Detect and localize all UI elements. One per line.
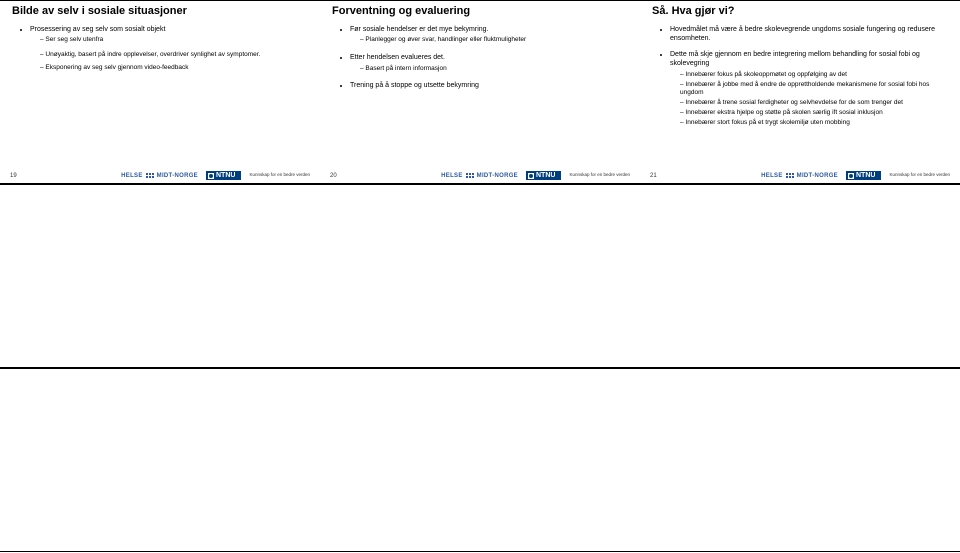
bullet-text: Trening på å stoppe og utsette bekymring <box>350 82 479 89</box>
sub-item: Innebærer å trene sosial ferdigheter og … <box>680 99 950 108</box>
dots-icon <box>146 173 154 178</box>
ntnu-icon <box>848 173 854 179</box>
sub-item: Innebærer fokus på skoleoppmøtet og oppf… <box>680 71 950 80</box>
slide-footer: 20 HELSE MIDT-NORGE NTNU Kunnskap for en… <box>330 171 630 180</box>
empty-slide <box>0 185 320 367</box>
list-item: Hovedmålet må være å bedre skolevegrende… <box>670 25 950 44</box>
bullet-list: Eksponering av seg selv gjennom video-fe… <box>10 64 310 71</box>
sub-item: Innebærer stort fokus på et trygt skolem… <box>680 119 950 128</box>
sub-item: Basert på intern informasjon <box>360 65 630 74</box>
list-item: Trening på å stoppe og utsette bekymring <box>350 81 630 90</box>
bullet-text: Før sosiale hendelser er det mye bekymri… <box>350 26 489 33</box>
bullet-text: Hovedmålet må være å bedre skolevegrende… <box>670 26 935 42</box>
bullet-list: Unøyaktig, basert på indre opplevelser, … <box>10 51 310 58</box>
bullet-text: Dette må skje gjennom en bedre integreri… <box>670 51 920 67</box>
logo-text: HELSE <box>761 173 783 179</box>
page-number: 19 <box>10 173 17 179</box>
slide-title: Så. Hva gjør vi? <box>650 5 950 17</box>
ntnu-icon <box>528 173 534 179</box>
slide-title: Forventning og evaluering <box>330 5 630 17</box>
dots-icon <box>786 173 794 178</box>
empty-slide <box>0 369 320 551</box>
slide-title: Bilde av selv i sosiale situasjoner <box>10 5 310 17</box>
logo-text: HELSE <box>121 173 143 179</box>
helse-logo: HELSE MIDT-NORGE <box>121 173 198 179</box>
sub-item: Unøyaktig, basert på indre opplevelser, … <box>40 51 310 58</box>
logo-text: MIDT-NORGE <box>157 173 198 179</box>
tagline: Kunnskap for en bedre verden <box>569 173 630 178</box>
tagline: Kunnskap for en bedre verden <box>889 173 950 178</box>
sub-item: Innebærer å jobbe med å endre de opprett… <box>680 81 950 99</box>
page-number: 21 <box>650 173 657 179</box>
slide-row-2 <box>0 184 960 368</box>
bullet-text: Prosessering av seg selv som sosialt obj… <box>30 26 165 33</box>
slide-footer: 21 HELSE MIDT-NORGE NTNU Kunnskap for en… <box>650 171 950 180</box>
empty-slide <box>320 369 640 551</box>
helse-logo: HELSE MIDT-NORGE <box>761 173 838 179</box>
tagline: Kunnskap for en bedre verden <box>249 173 310 178</box>
ntnu-logo: NTNU <box>206 171 241 180</box>
logo-text: MIDT-NORGE <box>797 173 838 179</box>
sub-item: Innebærer ekstra hjelpe og støtte på sko… <box>680 109 950 118</box>
ntnu-logo: NTNU <box>846 171 881 180</box>
page-number: 20 <box>330 173 337 179</box>
logo-text: NTNU <box>856 172 875 179</box>
sub-item: Ser seg selv utenfra <box>40 36 310 45</box>
bullet-text: Etter hendelsen evalueres det. <box>350 54 445 61</box>
list-item: Før sosiale hendelser er det mye bekymri… <box>350 25 630 45</box>
slide-row-1: Bilde av selv i sosiale situasjoner Pros… <box>0 0 960 184</box>
slide-21: Så. Hva gjør vi? Hovedmålet må være å be… <box>640 1 960 183</box>
logo-text: HELSE <box>441 173 463 179</box>
ntnu-logo: NTNU <box>526 171 561 180</box>
list-item: Prosessering av seg selv som sosialt obj… <box>30 25 310 45</box>
sub-item: Eksponering av seg selv gjennom video-fe… <box>40 64 310 71</box>
empty-slide <box>640 369 960 551</box>
list-item: Dette må skje gjennom en bedre integreri… <box>670 50 950 127</box>
sub-item: Planlegger og øver svar, handlinger elle… <box>360 36 630 45</box>
slide-20: Forventning og evaluering Før sosiale he… <box>320 1 640 183</box>
empty-slide <box>320 185 640 367</box>
dots-icon <box>466 173 474 178</box>
logo-text: NTNU <box>536 172 555 179</box>
slide-footer: 19 HELSE MIDT-NORGE NTNU Kunnskap for en… <box>10 171 310 180</box>
bullet-list: Prosessering av seg selv som sosialt obj… <box>10 25 310 45</box>
bullet-list: Før sosiale hendelser er det mye bekymri… <box>330 25 630 91</box>
helse-logo: HELSE MIDT-NORGE <box>441 173 518 179</box>
logo-text: NTNU <box>216 172 235 179</box>
slide-row-3 <box>0 368 960 552</box>
list-item: Etter hendelsen evalueres det. Basert på… <box>350 53 630 73</box>
empty-slide <box>640 185 960 367</box>
bullet-list: Hovedmålet må være å bedre skolevegrende… <box>650 25 950 127</box>
logo-text: MIDT-NORGE <box>477 173 518 179</box>
ntnu-icon <box>208 173 214 179</box>
slide-19: Bilde av selv i sosiale situasjoner Pros… <box>0 1 320 183</box>
